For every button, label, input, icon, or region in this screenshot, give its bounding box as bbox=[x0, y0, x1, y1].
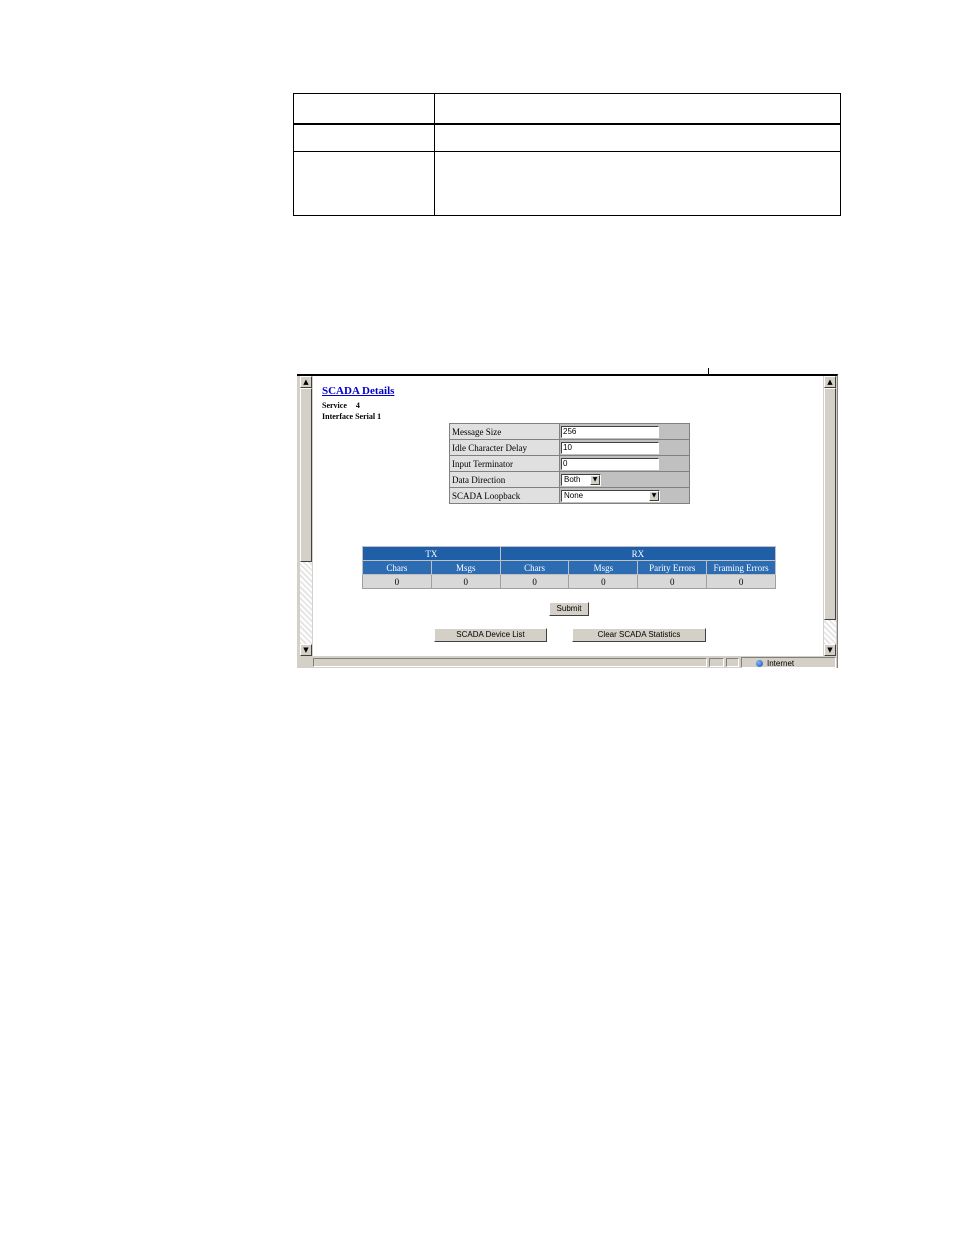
status-pane bbox=[709, 658, 724, 667]
chevron-down-icon[interactable]: ▼ bbox=[590, 474, 600, 485]
input-terminator-cell: 0 bbox=[559, 455, 690, 472]
table-cell bbox=[434, 123, 841, 152]
status-bar: Internet bbox=[313, 657, 836, 668]
globe-icon bbox=[756, 660, 763, 667]
setting-row: Data Direction Both ▼ bbox=[449, 471, 690, 488]
clear-scada-statistics-button[interactable]: Clear SCADA Statistics bbox=[572, 628, 706, 642]
stats-group-rx: RX bbox=[499, 546, 777, 561]
message-size-cell: 256 bbox=[559, 423, 690, 440]
stats-value: 0 bbox=[430, 574, 501, 589]
stats-group-row: TX RX bbox=[362, 546, 777, 561]
idle-char-delay-cell: 10 bbox=[559, 439, 690, 456]
security-zone-label: Internet bbox=[767, 659, 795, 668]
data-direction-cell: Both ▼ bbox=[559, 471, 690, 488]
input-terminator-input[interactable]: 0 bbox=[561, 457, 659, 470]
setting-row: Message Size 256 bbox=[449, 423, 690, 440]
table-header-row bbox=[293, 93, 841, 125]
idle-char-delay-label: Idle Character Delay bbox=[449, 439, 560, 456]
stats-value: 0 bbox=[499, 574, 570, 589]
stats-column-header: Chars bbox=[499, 560, 570, 575]
status-text-pane bbox=[313, 658, 707, 667]
stats-column-header: Framing Errors bbox=[706, 560, 776, 575]
interface-info: Interface Serial 1 bbox=[322, 412, 381, 421]
interface-label: Interface bbox=[322, 412, 354, 421]
page-content: SCADA Details Service 4 Interface Serial … bbox=[313, 376, 823, 656]
service-label: Service bbox=[322, 401, 347, 410]
table-row bbox=[293, 123, 841, 152]
table-cell bbox=[293, 93, 435, 125]
document-table bbox=[293, 93, 841, 216]
security-zone-pane: Internet bbox=[741, 657, 836, 668]
scrollbar-thumb[interactable] bbox=[300, 388, 312, 562]
submit-button[interactable]: Submit bbox=[549, 602, 589, 616]
data-direction-value: Both bbox=[564, 474, 581, 484]
chevron-down-icon[interactable]: ▼ bbox=[649, 490, 659, 501]
table-cell bbox=[434, 151, 841, 216]
input-terminator-label: Input Terminator bbox=[449, 455, 560, 472]
stats-value-row: 0 0 0 0 0 0 bbox=[362, 574, 776, 589]
stats-value: 0 bbox=[568, 574, 639, 589]
status-pane bbox=[726, 658, 739, 667]
interface-value: Serial 1 bbox=[355, 412, 382, 421]
table-cell bbox=[293, 123, 435, 152]
message-size-label: Message Size bbox=[449, 423, 560, 440]
left-scrollbar[interactable]: ▲ ▼ bbox=[300, 376, 312, 656]
stats-header-row: Chars Msgs Chars Msgs Parity Errors Fram… bbox=[362, 560, 776, 575]
stats-group-tx: TX bbox=[362, 546, 501, 561]
table-row bbox=[293, 151, 841, 216]
table-cell bbox=[434, 93, 841, 125]
idle-char-delay-input[interactable]: 10 bbox=[561, 441, 659, 454]
right-scrollbar[interactable]: ▲ ▼ bbox=[824, 376, 836, 656]
stats-value: 0 bbox=[362, 574, 432, 589]
scroll-up-icon[interactable]: ▲ bbox=[824, 376, 836, 388]
stats-value: 0 bbox=[637, 574, 708, 589]
setting-row: Input Terminator 0 bbox=[449, 455, 690, 472]
stats-value: 0 bbox=[706, 574, 776, 589]
page-title[interactable]: SCADA Details bbox=[322, 385, 394, 397]
scroll-down-icon[interactable]: ▼ bbox=[300, 644, 312, 656]
scada-loopback-value: None bbox=[564, 490, 584, 500]
stats-column-header: Chars bbox=[362, 560, 432, 575]
message-size-input[interactable]: 256 bbox=[561, 425, 659, 438]
scada-loopback-label: SCADA Loopback bbox=[449, 487, 560, 504]
data-direction-select[interactable]: Both ▼ bbox=[561, 473, 601, 486]
settings-table: Message Size 256 Idle Character Delay 10… bbox=[449, 423, 690, 504]
scada-loopback-cell: None ▼ bbox=[559, 487, 690, 504]
stats-column-header: Parity Errors bbox=[637, 560, 708, 575]
scada-loopback-select[interactable]: None ▼ bbox=[561, 489, 660, 502]
stats-column-header: Msgs bbox=[430, 560, 501, 575]
scroll-down-icon[interactable]: ▼ bbox=[824, 644, 836, 656]
browser-window: ▲ ▼ SCADA Details Service 4 Interface Ser… bbox=[297, 374, 838, 668]
service-info: Service 4 bbox=[322, 401, 360, 410]
scada-device-list-button[interactable]: SCADA Device List bbox=[434, 628, 547, 642]
stats-column-header: Msgs bbox=[568, 560, 639, 575]
scrollbar-thumb[interactable] bbox=[824, 388, 836, 620]
setting-row: SCADA Loopback None ▼ bbox=[449, 487, 690, 504]
table-cell bbox=[293, 151, 435, 216]
statistics-table: TX RX Chars Msgs Chars Msgs Parity Error… bbox=[362, 546, 777, 589]
service-value: 4 bbox=[355, 401, 360, 410]
setting-row: Idle Character Delay 10 bbox=[449, 439, 690, 456]
data-direction-label: Data Direction bbox=[449, 471, 560, 488]
scroll-up-icon[interactable]: ▲ bbox=[300, 376, 312, 388]
